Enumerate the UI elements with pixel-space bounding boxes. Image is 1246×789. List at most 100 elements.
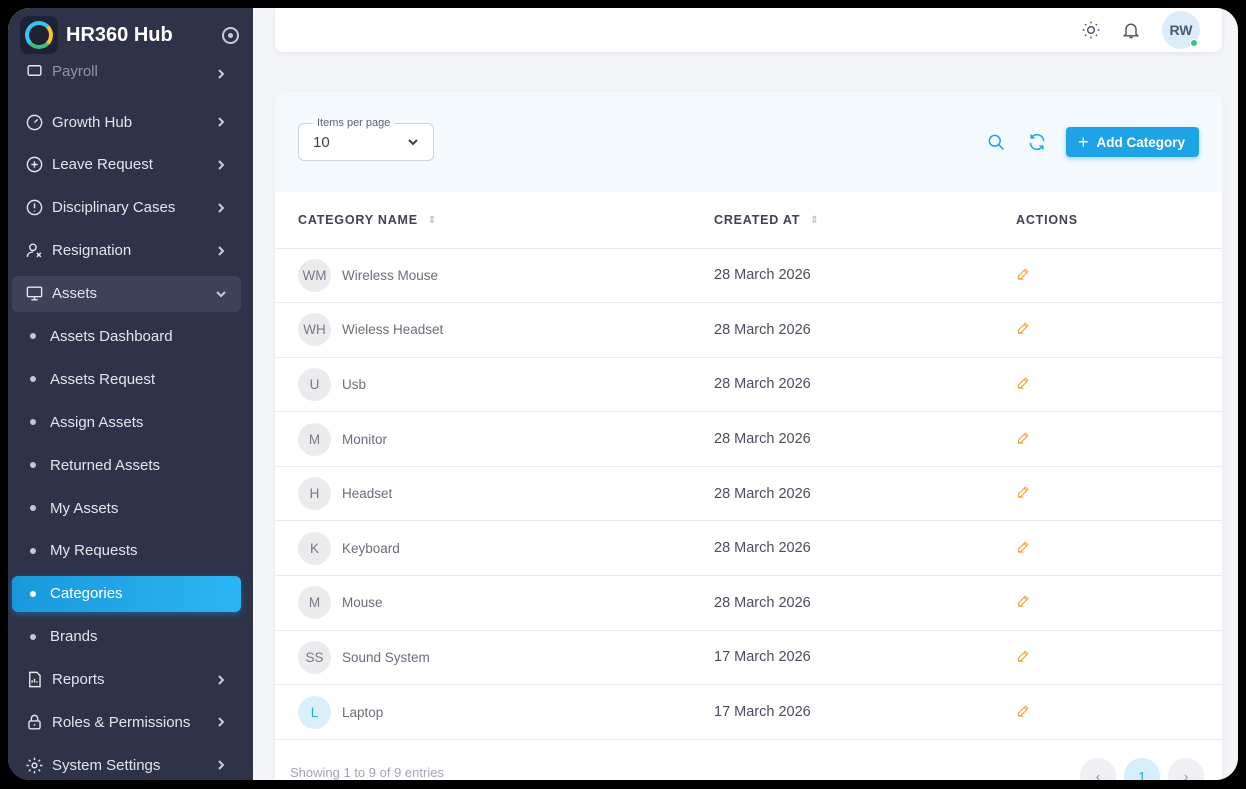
column-header-created-at[interactable]: CREATED AT ⇕: [714, 192, 1016, 249]
created-at-cell: 17 March 2026: [714, 630, 1016, 686]
category-name-cell: K Keyboard: [275, 520, 714, 577]
app-window: HR360 Hub Payroll Growth Hub Leave Reque…: [8, 8, 1238, 780]
edit-icon[interactable]: [1016, 650, 1031, 667]
sidebar-sub-my-assets[interactable]: My Assets: [12, 490, 241, 526]
items-per-page-value: 10: [313, 133, 330, 151]
chevron-right-icon: [215, 245, 227, 257]
brand: HR360 Hub: [8, 8, 253, 62]
items-per-page-label: Items per page: [313, 117, 395, 129]
category-name-cell: WH Wieless Headset: [275, 302, 714, 358]
sidebar-item-payroll[interactable]: Payroll: [12, 62, 241, 80]
sidebar-item-leave-request[interactable]: Leave Request: [12, 147, 241, 183]
actions-cell: [1016, 357, 1222, 413]
sidebar-toggle-icon[interactable]: [222, 26, 239, 44]
edit-icon[interactable]: [1016, 377, 1031, 394]
edit-icon[interactable]: [1016, 595, 1031, 612]
next-page-button[interactable]: ›: [1168, 758, 1204, 780]
sidebar-sub-assets-dashboard[interactable]: Assets Dashboard: [12, 318, 241, 354]
sidebar-item-reports[interactable]: Reports: [12, 662, 241, 698]
edit-icon[interactable]: [1016, 322, 1031, 339]
app-name: HR360 Hub: [66, 23, 173, 46]
category-name-cell: SS Sound System: [275, 630, 714, 686]
sidebar: HR360 Hub Payroll Growth Hub Leave Reque…: [8, 8, 253, 780]
items-per-page-select[interactable]: Items per page 10: [298, 117, 434, 161]
categories-card: Items per page 10 + Add Category CATEGOR…: [275, 92, 1222, 780]
chevron-right-icon: [215, 716, 227, 728]
category-name: Monitor: [342, 431, 388, 447]
plus-icon: +: [1077, 132, 1089, 152]
actions-cell: [1016, 466, 1222, 522]
search-icon[interactable]: [984, 130, 1008, 154]
actions-cell: [1016, 575, 1222, 631]
table-row: L Laptop 17 March 2026: [275, 684, 1222, 740]
lock-icon: [24, 712, 44, 732]
sidebar-sub-categories[interactable]: Categories: [12, 575, 241, 612]
sun-icon[interactable]: [1080, 19, 1102, 41]
created-at-cell: 28 March 2026: [714, 411, 1016, 467]
category-name: Usb: [342, 376, 367, 392]
category-name: Mouse: [342, 595, 383, 611]
sidebar-item-system-settings[interactable]: System Settings: [12, 747, 241, 780]
chevron-down-icon: [215, 288, 227, 300]
pagination: ‹ 1 ›: [1080, 758, 1204, 780]
sidebar-sub-brands[interactable]: Brands: [12, 619, 241, 655]
sidebar-item-roles-permissions[interactable]: Roles & Permissions: [12, 704, 241, 740]
chevron-right-icon: [215, 759, 227, 771]
category-name-cell: M Mouse: [275, 575, 714, 631]
column-header-actions: ACTIONS: [1016, 192, 1222, 249]
created-at-cell: 28 March 2026: [714, 520, 1016, 577]
gauge-icon: [24, 112, 44, 132]
entries-summary: Showing 1 to 9 of 9 entries: [290, 765, 444, 780]
online-status-dot: [1190, 39, 1198, 47]
table-footer: Showing 1 to 9 of 9 entries ‹ 1 ›: [290, 744, 1206, 780]
created-at-cell: 28 March 2026: [714, 575, 1016, 631]
chevron-down-icon: [408, 139, 418, 146]
sidebar-sub-assets-request[interactable]: Assets Request: [12, 361, 241, 397]
sidebar-item-disciplinary-cases[interactable]: Disciplinary Cases: [12, 190, 241, 226]
sidebar-sub-returned-assets[interactable]: Returned Assets: [12, 447, 241, 483]
table-row: M Mouse 28 March 2026: [275, 575, 1222, 631]
edit-icon[interactable]: [1016, 431, 1031, 449]
edit-icon[interactable]: [1016, 486, 1031, 503]
category-initials-avatar: WH: [298, 313, 331, 347]
category-name: Laptop: [342, 704, 384, 720]
created-at-cell: 28 March 2026: [714, 466, 1016, 522]
topbar: RW: [275, 8, 1222, 52]
edit-icon[interactable]: [1016, 268, 1031, 285]
sidebar-item-growth-hub[interactable]: Growth Hub: [12, 104, 241, 140]
actions-cell: [1016, 411, 1222, 467]
edit-icon[interactable]: [1016, 541, 1031, 558]
category-initials-avatar: U: [298, 367, 331, 401]
category-initials-avatar: M: [298, 586, 331, 620]
column-header-category-name[interactable]: CATEGORY NAME ⇕: [275, 192, 714, 249]
created-at-cell: 28 March 2026: [714, 302, 1016, 358]
actions-cell: [1016, 630, 1222, 686]
actions-cell: [1016, 302, 1222, 358]
prev-page-button[interactable]: ‹: [1080, 758, 1116, 780]
toolbar-actions: + Add Category: [984, 127, 1199, 157]
avatar[interactable]: RW: [1162, 11, 1200, 49]
sidebar-item-assets[interactable]: Assets: [12, 275, 241, 312]
bell-icon[interactable]: [1120, 19, 1142, 41]
table-row: K Keyboard 28 March 2026: [275, 520, 1222, 577]
edit-icon[interactable]: [1016, 704, 1031, 722]
category-initials-avatar: SS: [298, 640, 331, 674]
sidebar-sub-assign-assets[interactable]: Assign Assets: [12, 404, 241, 440]
logo: [20, 16, 58, 54]
alert-circle-icon: [24, 198, 44, 218]
refresh-icon[interactable]: [1025, 130, 1049, 154]
table-row: WH Wieless Headset 28 March 2026: [275, 302, 1222, 358]
page-button-1[interactable]: 1: [1124, 758, 1160, 780]
monitor-icon: [24, 284, 44, 304]
add-category-button[interactable]: + Add Category: [1065, 127, 1199, 157]
chevron-right-icon: [215, 674, 227, 686]
sidebar-sub-my-requests[interactable]: My Requests: [12, 533, 241, 569]
created-at-cell: 28 March 2026: [714, 248, 1016, 304]
table-row: H Headset 28 March 2026: [275, 466, 1222, 522]
category-initials-avatar: WM: [298, 258, 331, 292]
created-at-cell: 17 March 2026: [714, 684, 1016, 740]
sidebar-item-resignation[interactable]: Resignation: [12, 233, 241, 269]
category-name-cell: WM Wireless Mouse: [275, 248, 714, 304]
table-row: U Usb 28 March 2026: [275, 357, 1222, 413]
categories-table: CATEGORY NAME ⇕ CREATED AT ⇕ ACTIONS WM Wir…: [275, 192, 1222, 740]
